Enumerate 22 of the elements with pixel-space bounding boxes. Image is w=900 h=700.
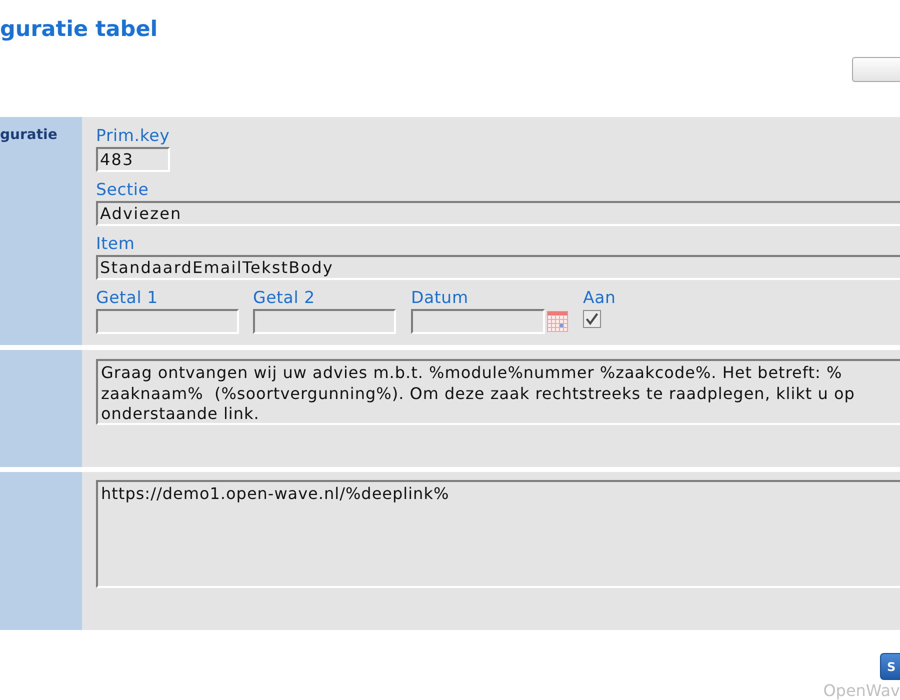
calendar-icon[interactable] <box>547 311 568 332</box>
field-label: Getal 2 <box>253 289 315 307</box>
date-field[interactable] <box>411 309 545 334</box>
field-label: Aan <box>583 289 616 307</box>
field-label: Getal 1 <box>96 289 158 307</box>
input-field[interactable]: 483 <box>96 147 170 172</box>
brand-name: OpenWav <box>823 682 900 699</box>
action-button[interactable]: S <box>880 653 900 680</box>
field-label: Sectie <box>96 181 150 199</box>
input-field[interactable] <box>253 309 396 334</box>
text-area[interactable]: Graag ontvangen wij uw advies m.b.t. %module%nummer %zaakcode%. Het betreft: % zaaknaam% (%soortvergunning%). Om deze zaak rechtstreeks te raadplegen, klikt u op onderstaande link. <box>96 359 900 425</box>
toolbar-button[interactable] <box>852 57 900 82</box>
field-label: Item <box>96 235 136 253</box>
input-field[interactable] <box>96 309 239 334</box>
field-label: Datum <box>411 289 468 307</box>
text-area[interactable]: https://demo1.open-wave.nl/%deeplink% <box>96 480 900 588</box>
checkbox[interactable] <box>583 310 601 328</box>
input-field[interactable]: StandaardEmailTekstBody <box>96 255 900 280</box>
field-label: Prim.key <box>96 127 170 145</box>
section-label: guratie <box>0 126 58 144</box>
input-field[interactable]: Adviezen <box>96 201 900 226</box>
page-title: guratie tabel <box>0 17 158 43</box>
